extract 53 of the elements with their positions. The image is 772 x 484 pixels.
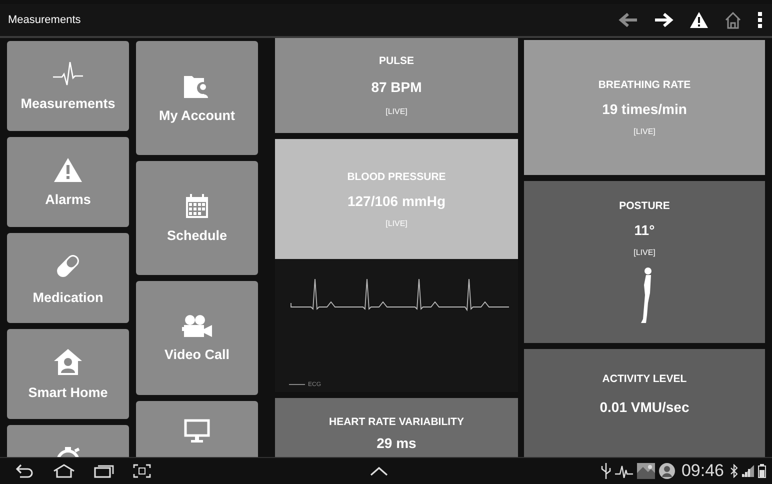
recent-apps-icon[interactable] bbox=[94, 464, 114, 478]
tile-value: 11° bbox=[634, 222, 655, 238]
screenshot-icon[interactable] bbox=[133, 464, 151, 478]
menu-tile[interactable]: My Account bbox=[136, 41, 258, 155]
legend-line-icon bbox=[289, 384, 305, 386]
warning-icon[interactable] bbox=[690, 12, 708, 28]
measurement-tile[interactable]: HEART RATE VARIABILITY 29 ms bbox=[275, 398, 518, 457]
tile-value: 87 BPM bbox=[371, 79, 422, 95]
bluetooth-icon bbox=[730, 464, 738, 478]
monitor-icon bbox=[184, 419, 210, 443]
tile-title: PULSE bbox=[378, 55, 414, 67]
menu-tile[interactable]: Schedule bbox=[136, 161, 258, 275]
folder-person-icon bbox=[184, 74, 210, 98]
forward-arrow-icon[interactable] bbox=[654, 12, 674, 28]
measurement-tile[interactable]: ACTIVITY LEVEL 0.01 VMU/sec bbox=[524, 349, 765, 457]
menu-tile[interactable]: Alarms bbox=[7, 137, 129, 227]
signal-icon bbox=[742, 465, 754, 477]
measurement-tile[interactable]: PULSE 87 BPM [LIVE] bbox=[275, 38, 518, 133]
tile-value: 0.01 VMU/sec bbox=[600, 399, 690, 415]
tile-title: ACTIVITY LEVEL bbox=[602, 373, 687, 385]
tile-value: 19 times/min bbox=[602, 101, 687, 117]
usb-icon bbox=[601, 463, 612, 479]
measurement-tile[interactable]: BREATHING RATE 19 times/min [LIVE] bbox=[524, 40, 765, 175]
live-status: [LIVE] bbox=[634, 248, 656, 256]
live-status: [LIVE] bbox=[386, 107, 408, 116]
tile-title: BREATHING RATE bbox=[598, 79, 691, 91]
overflow-menu-icon[interactable] bbox=[758, 12, 762, 28]
battery-icon bbox=[758, 464, 766, 478]
tile-title: BLOOD PRESSURE bbox=[347, 170, 446, 182]
clock-time: 09:46 bbox=[681, 461, 724, 481]
tile-value: 29 ms bbox=[376, 435, 416, 451]
calendar-icon bbox=[185, 194, 209, 218]
heartbeat-icon bbox=[53, 62, 83, 86]
menu-tile[interactable]: Video Call bbox=[136, 281, 258, 395]
live-status: [LIVE] bbox=[634, 127, 656, 136]
menu-tile[interactable]: Smart Home bbox=[7, 329, 129, 419]
live-status: [LIVE] bbox=[386, 218, 408, 228]
measurement-tile[interactable]: BLOOD PRESSURE 127/106 mmHg [LIVE] bbox=[275, 139, 518, 259]
house-person-icon bbox=[54, 348, 82, 374]
screen-title: Measurements bbox=[8, 14, 81, 26]
caret-up-icon[interactable] bbox=[370, 466, 388, 476]
warning-icon bbox=[54, 158, 82, 182]
tile-value: 127/106 mmHg bbox=[347, 192, 446, 208]
tile-title: POSTURE bbox=[619, 200, 670, 212]
tile-title: HEART RATE VARIABILITY bbox=[329, 416, 464, 428]
menu-tile[interactable]: Medication bbox=[7, 233, 129, 323]
measurement-tile[interactable]: POSTURE 11° [LIVE] bbox=[524, 181, 765, 343]
heartbeat-icon bbox=[615, 464, 634, 478]
menu-tile[interactable]: Measurements bbox=[7, 41, 129, 131]
video-camera-icon bbox=[182, 314, 212, 336]
menu-tile[interactable] bbox=[136, 401, 258, 457]
back-icon[interactable] bbox=[16, 464, 34, 478]
avatar-icon bbox=[659, 463, 676, 479]
